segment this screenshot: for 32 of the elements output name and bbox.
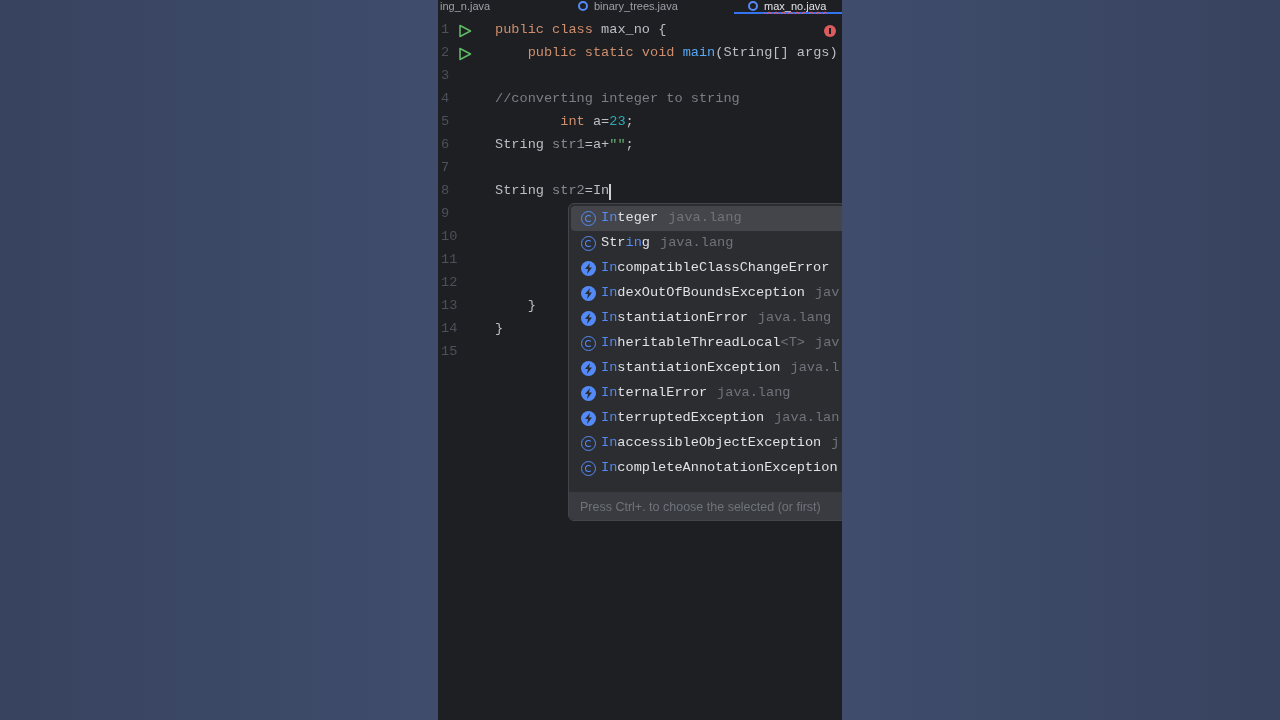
lightning-icon	[581, 361, 596, 376]
completion-item[interactable]: InaccessibleObjectException j	[571, 431, 842, 456]
error-icon[interactable]	[824, 25, 836, 37]
completion-item[interactable]: IncompleteAnnotationException	[571, 456, 842, 481]
completion-item[interactable]: IncompatibleClassChangeError	[571, 256, 842, 281]
completion-item[interactable]: InstantiationError java.lang	[571, 306, 842, 331]
completion-item[interactable]: InterruptedException java.lan	[571, 406, 842, 431]
code-line: }	[526, 297, 536, 316]
lightning-icon	[581, 311, 596, 326]
code-line: String str1=a+"";	[495, 136, 634, 155]
code-line: //converting integer to string	[495, 90, 740, 109]
code-line: public static void main(String[] args)	[526, 44, 838, 63]
code-line: String str2=In	[495, 182, 610, 201]
run-icon[interactable]	[458, 23, 472, 38]
class-icon	[578, 1, 588, 11]
code-line: public class max_no {	[495, 21, 667, 40]
run-icon[interactable]	[458, 46, 472, 61]
lightning-icon	[581, 411, 596, 426]
completion-item[interactable]: InheritableThreadLocal<T> jav	[571, 331, 842, 356]
lightning-icon	[581, 286, 596, 301]
code-line: }	[495, 320, 504, 339]
completion-item[interactable]: InternalError java.lang	[571, 381, 842, 406]
completion-item[interactable]: String java.lang	[571, 231, 842, 256]
completion-hint: Press Ctrl+. to choose the selected (or first)	[569, 492, 842, 520]
editor-tab[interactable]: ing_n.java	[438, 0, 564, 14]
editor-tab[interactable]: binary_trees.java	[564, 0, 734, 14]
lightning-icon	[581, 261, 596, 276]
completion-item[interactable]: InstantiationException java.l	[571, 356, 842, 381]
class-icon	[748, 1, 758, 11]
lightning-icon	[581, 386, 596, 401]
code-line: int a=23;	[559, 113, 634, 132]
completion-item[interactable]: IndexOutOfBoundsException jav	[571, 281, 842, 306]
